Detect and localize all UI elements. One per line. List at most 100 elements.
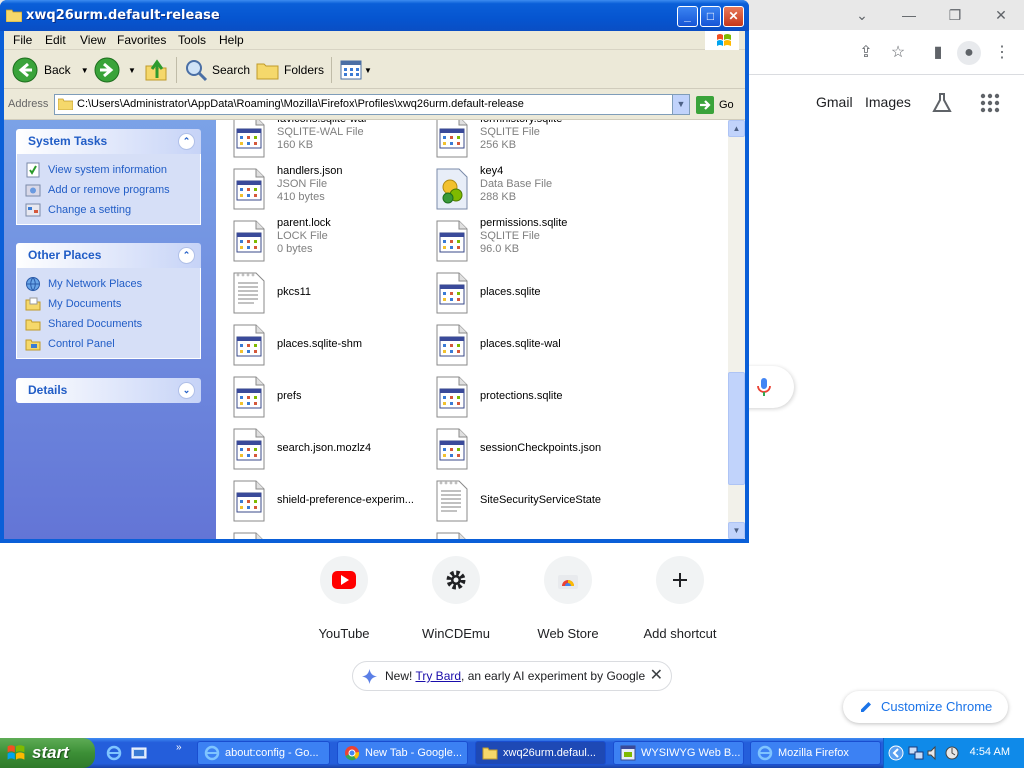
folders-button[interactable]: Folders [256, 57, 324, 83]
collapse-icon[interactable]: ⌃ [178, 247, 195, 264]
app-file-icon [230, 427, 268, 471]
star-icon[interactable]: ☆ [886, 41, 910, 65]
volume-icon[interactable] [926, 745, 942, 761]
shortcut-add[interactable]: Add shortcut [624, 556, 736, 641]
taskbar-button[interactable]: about:config - Go... [197, 741, 330, 765]
file-item[interactable]: pkcs11 [216, 267, 416, 319]
menu-edit[interactable]: Edit [45, 33, 66, 47]
more-menu-icon[interactable]: ⋮ [990, 41, 1014, 65]
clock: 4:54 AM [969, 746, 1010, 758]
taskbar-button-label: about:config - Go... [225, 747, 319, 759]
app-file-icon[interactable] [230, 531, 268, 539]
explorer-titlebar[interactable]: xwq26urm.default-release _ □ ✕ [0, 0, 749, 31]
add-remove-programs-link[interactable]: Add or remove programs [25, 180, 200, 200]
menu-help[interactable]: Help [219, 33, 244, 47]
file-item[interactable]: handlers.json JSON File 410 bytes [216, 163, 416, 215]
search-button[interactable]: Search [184, 57, 250, 83]
profile-icon[interactable]: ● [957, 41, 981, 65]
side-panel-icon[interactable]: ▮ [926, 41, 950, 65]
menu-view[interactable]: View [80, 33, 106, 47]
shared-documents-link[interactable]: Shared Documents [25, 314, 200, 334]
scrollbar-thumb[interactable] [728, 372, 745, 485]
file-item[interactable]: places.sqlite-wal [419, 319, 619, 371]
expand-icon[interactable]: ⌄ [178, 382, 195, 399]
up-folder-button[interactable] [144, 57, 168, 83]
taskbar-button[interactable]: Mozilla Firefox [750, 741, 881, 765]
control-panel-link[interactable]: Control Panel [25, 334, 200, 354]
images-link[interactable]: Images [865, 94, 911, 110]
menu-file[interactable]: File [13, 33, 32, 47]
file-item[interactable]: protections.sqlite [419, 371, 619, 423]
details-header[interactable]: Details ⌄ [16, 378, 201, 403]
file-name: prefs [277, 390, 302, 402]
maximize-button[interactable]: □ [700, 6, 721, 27]
go-arrow-icon [696, 95, 714, 114]
menu-tools[interactable]: Tools [178, 33, 206, 47]
taskbar-button[interactable]: New Tab - Google... [337, 741, 468, 765]
security-tray-icon[interactable] [944, 745, 960, 761]
chevron-down-icon[interactable]: ▼ [81, 66, 89, 75]
view-system-info-link[interactable]: View system information [25, 160, 200, 180]
apps-grid-icon[interactable] [980, 93, 1000, 113]
database-file-icon [433, 167, 471, 211]
taskbar-button[interactable]: WYSIWYG Web B... [613, 741, 744, 765]
address-input[interactable]: C:\Users\Administrator\AppData\Roaming\M… [54, 94, 690, 115]
app-file-icon[interactable] [433, 531, 471, 539]
shortcut-web-store[interactable]: Web Store [512, 556, 624, 641]
file-item[interactable]: permissions.sqlite SQLITE File 96.0 KB [419, 215, 619, 267]
ie-icon [757, 745, 778, 761]
menu-favorites[interactable]: Favorites [117, 33, 166, 47]
customize-chrome-button[interactable]: Customize Chrome [843, 691, 1008, 723]
my-documents-link[interactable]: My Documents [25, 294, 200, 314]
file-item[interactable]: search.json.mozlz4 [216, 423, 416, 475]
restore-icon[interactable]: ❐ [944, 4, 966, 26]
start-button[interactable]: start [0, 738, 95, 768]
scroll-down-icon[interactable]: ▼ [728, 522, 745, 539]
try-bard-link[interactable]: Try Bard [415, 669, 461, 683]
forward-button[interactable]: ▼ [94, 57, 136, 83]
file-item[interactable]: shield-preference-experim... [216, 475, 416, 527]
chevron-down-icon[interactable]: ▼ [128, 66, 136, 75]
ie-icon[interactable] [106, 745, 122, 761]
file-item[interactable]: key4 Data Base File 288 KB [419, 163, 619, 215]
shortcut-youtube[interactable]: YouTube [288, 556, 400, 641]
minimize-button[interactable]: _ [677, 6, 698, 27]
other-places-header[interactable]: Other Places ⌃ [16, 243, 201, 268]
file-item[interactable]: places.sqlite [419, 267, 619, 319]
network-tray-icon[interactable] [908, 745, 924, 761]
chevron-down-icon[interactable]: ⌄ [851, 4, 873, 26]
file-item[interactable]: sessionCheckpoints.json [419, 423, 619, 475]
chevron-down-icon[interactable]: ▼ [364, 66, 372, 75]
file-item[interactable]: formhistory.sqliteSQLITE File256 KB [419, 120, 619, 163]
back-button[interactable]: Back ▼ [12, 57, 89, 83]
gmail-link[interactable]: Gmail [816, 94, 853, 110]
file-item[interactable]: favicons.sqlite-walSQLITE-WAL File160 KB [216, 120, 416, 163]
file-item[interactable]: SiteSecurityServiceState [419, 475, 619, 527]
pencil-icon [861, 702, 871, 712]
go-button[interactable]: Go [696, 94, 741, 115]
quicklaunch-overflow-icon[interactable]: » [176, 742, 182, 753]
file-item[interactable]: parent.lock LOCK File 0 bytes [216, 215, 416, 267]
toolbar-separator [176, 57, 177, 83]
show-desktop-icon[interactable] [131, 745, 147, 761]
vertical-scrollbar[interactable]: ▲ ▼ [728, 120, 745, 539]
scroll-up-icon[interactable]: ▲ [728, 120, 745, 137]
my-network-places-link[interactable]: My Network Places [25, 274, 200, 294]
change-setting-link[interactable]: Change a setting [25, 200, 200, 220]
file-item[interactable]: prefs [216, 371, 416, 423]
chevron-down-icon[interactable]: ▼ [672, 95, 689, 114]
close-icon[interactable]: ✕ [990, 4, 1012, 26]
collapse-icon[interactable]: ⌃ [178, 133, 195, 150]
file-item[interactable]: places.sqlite-shm [216, 319, 416, 371]
labs-flask-icon[interactable] [931, 92, 953, 114]
close-button[interactable]: ✕ [723, 6, 744, 27]
close-icon[interactable]: ✕ [650, 662, 663, 690]
tray-chevron-icon[interactable] [888, 745, 904, 761]
minimize-icon[interactable]: — [898, 4, 920, 26]
system-tasks-header[interactable]: System Tasks ⌃ [16, 129, 201, 154]
views-button[interactable]: ▼ [340, 57, 372, 83]
taskbar-button[interactable]: xwq26urm.defaul... [475, 741, 606, 765]
up-folder-icon [145, 59, 167, 81]
shortcut-wincdemu[interactable]: WinCDEmu [400, 556, 512, 641]
share-icon[interactable]: ⇪ [854, 41, 878, 65]
